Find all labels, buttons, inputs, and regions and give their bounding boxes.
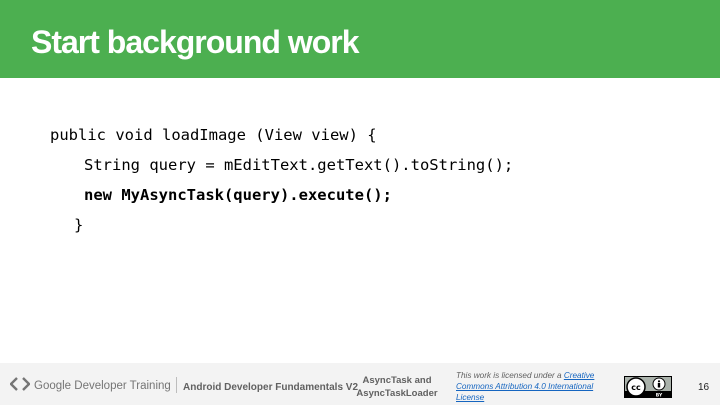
footer-bar: Google Developer Training Android Develo… bbox=[0, 363, 720, 405]
brand-label: Google Developer Training bbox=[34, 380, 171, 392]
code-line-2: String query = mEditText.getText().toStr… bbox=[84, 156, 514, 174]
code-line-1: public void loadImage (View view) { bbox=[50, 126, 377, 144]
cc-by-icon[interactable]: cc BY bbox=[624, 376, 672, 398]
svg-text:cc: cc bbox=[631, 383, 641, 392]
svg-text:BY: BY bbox=[656, 393, 663, 399]
page-number: 16 bbox=[698, 382, 710, 393]
header-bar: Start background work bbox=[0, 0, 720, 78]
footer-divider bbox=[176, 377, 177, 393]
topic-line-1: AsyncTask and bbox=[362, 375, 432, 386]
code-line-4: } bbox=[74, 216, 84, 234]
license-prefix: This work is licensed under a bbox=[456, 371, 564, 380]
topic-title: AsyncTask and AsyncTaskLoader bbox=[354, 374, 440, 400]
course-title: Android Developer Fundamentals V2 bbox=[183, 382, 359, 393]
license-text: This work is licensed under a Creative C… bbox=[456, 370, 616, 403]
slide-title: Start background work bbox=[31, 24, 359, 60]
code-line-3: new MyAsyncTask(query).execute(); bbox=[84, 186, 392, 204]
chevron-code-icon bbox=[10, 377, 30, 391]
topic-line-2: AsyncTaskLoader bbox=[356, 388, 438, 399]
